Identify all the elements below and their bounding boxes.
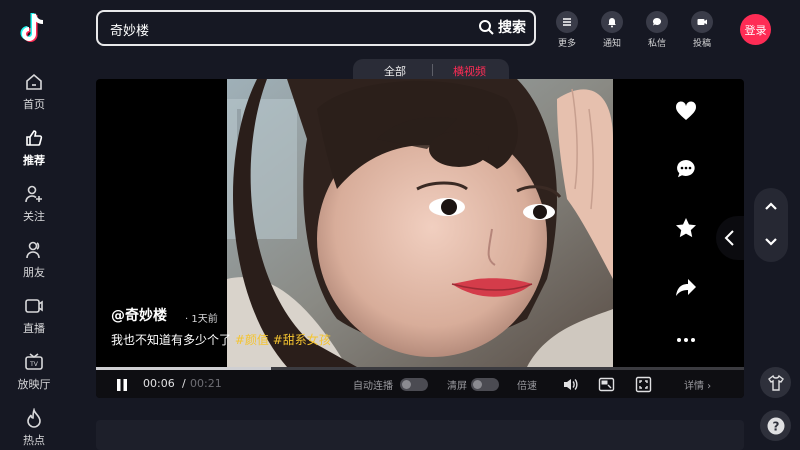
- svg-text:TV: TV: [29, 361, 39, 368]
- speed-button[interactable]: 倍速: [517, 377, 537, 392]
- chevron-down-icon[interactable]: [763, 234, 779, 250]
- thumbs-up-icon: [26, 130, 43, 146]
- tv-icon: TV: [25, 353, 43, 370]
- sidebar-item-hot[interactable]: 热点: [0, 408, 68, 450]
- sidebar-item-label: 首页: [23, 98, 45, 111]
- video-author[interactable]: @奇妙楼: [111, 305, 167, 325]
- share-icon: [676, 279, 696, 296]
- video-caption: 我也不知道有多少个了 #颜值 #甜系女孩: [111, 331, 331, 348]
- hashtag[interactable]: #甜系女孩: [273, 333, 331, 347]
- video-player[interactable]: @奇妙楼 · 1天前 我也不知道有多少个了 #颜值 #甜系女孩 00:06 / …: [96, 79, 744, 398]
- upload-label: 投稿: [692, 39, 711, 49]
- player-controls: 00:06 / 00:21 自动连播 清屏 倍速 详情 ›: [96, 370, 744, 398]
- sidebar-item-friends[interactable]: 朋友: [0, 240, 68, 290]
- comment-button[interactable]: [674, 157, 698, 181]
- more-button[interactable]: 更多: [550, 11, 584, 49]
- detail-link[interactable]: 详情 ›: [684, 377, 711, 392]
- time-total: 00:21: [190, 377, 222, 390]
- sidebar-item-label: 推荐: [23, 154, 45, 167]
- douyin-logo[interactable]: [18, 12, 50, 46]
- help-icon: ?: [767, 417, 784, 434]
- ellipsis-icon: [677, 338, 695, 342]
- volume-icon[interactable]: [562, 376, 579, 393]
- app-root: 首页 推荐 关注 朋友 直播 TV 放映厅 热点 奇妙楼 搜索 更多 通知 私信…: [0, 0, 800, 450]
- fullscreen-icon[interactable]: [635, 376, 652, 393]
- search-bar[interactable]: 奇妙楼 搜索: [96, 10, 536, 46]
- more-actions-button[interactable]: [674, 328, 698, 352]
- clear-screen-label: 清屏: [447, 381, 467, 392]
- sidebar-item-label: 朋友: [23, 266, 45, 279]
- autoplay-toggle[interactable]: [400, 378, 428, 391]
- sidebar-item-label: 放映厅: [17, 378, 51, 391]
- sidebar-item-theater[interactable]: TV 放映厅: [0, 352, 68, 402]
- comment-icon: [677, 160, 695, 178]
- friends-icon: [26, 241, 40, 259]
- search-input[interactable]: 奇妙楼: [110, 20, 149, 39]
- star-icon: [676, 218, 696, 238]
- sidebar-item-follow[interactable]: 关注: [0, 184, 68, 234]
- sidebar-item-label: 热点: [23, 434, 45, 447]
- pause-icon[interactable]: [114, 377, 130, 393]
- caption-text: 我也不知道有多少个了: [111, 333, 232, 347]
- svg-text:?: ?: [772, 419, 779, 433]
- time-current: 00:06: [143, 377, 175, 390]
- sidebar-item-live[interactable]: 直播: [0, 296, 68, 346]
- chevron-up-icon[interactable]: [763, 198, 779, 214]
- tab-all[interactable]: 全部: [384, 63, 406, 79]
- heart-icon: [675, 101, 697, 120]
- more-label: 更多: [557, 39, 576, 49]
- search-button[interactable]: 搜索: [478, 17, 526, 37]
- time-separator: /: [182, 377, 186, 390]
- login-button[interactable]: 登录: [740, 14, 771, 45]
- home-icon: [26, 73, 42, 90]
- sidebar-item-home[interactable]: 首页: [0, 72, 68, 122]
- follow-icon: [25, 185, 42, 203]
- menu-icon: [556, 11, 578, 33]
- messages-button[interactable]: 私信: [640, 11, 674, 49]
- sidebar: 首页 推荐 关注 朋友 直播 TV 放映厅 热点: [0, 0, 68, 450]
- chat-icon: [646, 11, 668, 33]
- next-video-card[interactable]: [96, 420, 744, 450]
- live-icon: [25, 299, 43, 313]
- tab-landscape[interactable]: 横视频: [453, 63, 486, 79]
- hashtag[interactable]: #颜值: [235, 333, 269, 347]
- picture-in-picture-icon[interactable]: [598, 376, 615, 393]
- fire-icon: [27, 408, 41, 428]
- video-frame[interactable]: [227, 79, 613, 367]
- sidebar-item-recommend[interactable]: 推荐: [0, 128, 68, 178]
- bell-icon: [601, 11, 623, 33]
- messages-label: 私信: [647, 39, 666, 49]
- collapse-panel-button[interactable]: [716, 216, 744, 260]
- skin-button[interactable]: [760, 367, 791, 398]
- favorite-button[interactable]: [674, 216, 698, 240]
- chevron-left-icon: [724, 230, 734, 246]
- clear-screen-toggle[interactable]: [471, 378, 499, 391]
- notify-label: 通知: [602, 39, 621, 49]
- autoplay-label: 自动连播: [353, 381, 393, 392]
- share-button[interactable]: [674, 275, 698, 299]
- sidebar-item-label: 直播: [23, 322, 45, 335]
- shirt-icon: [767, 374, 784, 391]
- upload-button[interactable]: 投稿: [685, 11, 719, 49]
- video-type-tabs: 全部 横视频: [353, 59, 509, 81]
- search-button-label: 搜索: [498, 20, 526, 36]
- like-button[interactable]: [674, 99, 698, 123]
- feed-navigation: [754, 188, 788, 262]
- search-icon: [479, 20, 494, 35]
- video-upload-icon: [691, 11, 713, 33]
- tab-divider: [432, 64, 433, 76]
- video-post-time: · 1天前: [185, 314, 218, 325]
- help-button[interactable]: ?: [760, 410, 791, 441]
- sidebar-item-label: 关注: [23, 210, 45, 223]
- notify-button[interactable]: 通知: [595, 11, 629, 49]
- video-thumbnail: [227, 79, 613, 367]
